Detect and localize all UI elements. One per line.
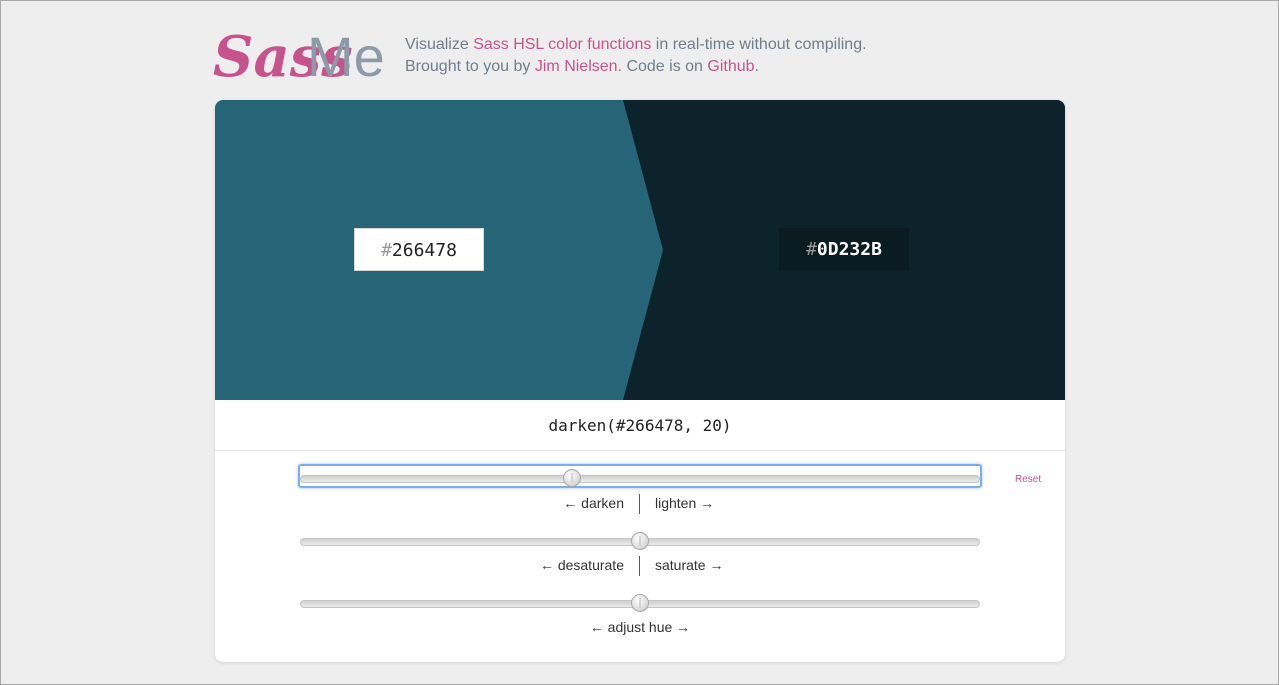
output-hex-field[interactable]: #0D232B (779, 228, 909, 271)
tagline: Visualize Sass HSL color functions in re… (405, 34, 867, 78)
color-card: #266478 #0D232B darken(#266478, 20) ← da… (215, 100, 1065, 662)
lighten-label: lighten → (655, 495, 715, 511)
logo-graphic: Sass Me (213, 24, 385, 90)
darken-label: ← darken (563, 495, 624, 511)
adjust-hue-label: ← adjust hue → (589, 619, 691, 635)
desaturate-label: ← desaturate (539, 557, 624, 573)
slider-thumb[interactable] (563, 469, 581, 487)
hue-slider[interactable] (300, 594, 980, 612)
saturation-slider[interactable] (300, 532, 980, 550)
tagline-text: . (754, 58, 759, 75)
hash-symbol: # (381, 240, 392, 261)
slider-thumb[interactable] (631, 594, 649, 612)
color-swatches: #266478 #0D232B (215, 100, 1065, 400)
saturate-label: saturate → (655, 557, 724, 573)
hash-symbol: # (806, 239, 817, 260)
sass-hsl-link[interactable]: Sass HSL color functions (473, 36, 651, 53)
function-output: darken(#266478, 20) (215, 400, 1065, 451)
tagline-line-2: Brought to you by Jim Nielsen. Code is o… (405, 56, 867, 78)
slider-thumb[interactable] (631, 532, 649, 550)
input-hex-value: 266478 (391, 240, 457, 261)
author-link[interactable]: Jim Nielsen (535, 58, 618, 75)
tagline-text: Brought to you by (405, 58, 535, 75)
slider-track[interactable] (300, 475, 980, 483)
sassme-logo[interactable]: Sass Me (213, 10, 388, 90)
output-hex-value: 0D232B (816, 239, 882, 260)
input-hex-field[interactable]: #266478 (354, 228, 484, 271)
lightness-slider[interactable] (298, 464, 982, 488)
label-divider (639, 556, 640, 576)
tagline-text: Visualize (405, 36, 474, 53)
github-link[interactable]: Github (707, 58, 754, 75)
label-divider (639, 494, 640, 514)
tagline-line-1: Visualize Sass HSL color functions in re… (405, 34, 867, 56)
tagline-text: in real-time without compiling. (651, 36, 867, 53)
logo-me-text: Me (307, 25, 385, 88)
tagline-text: . Code is on (617, 58, 708, 75)
reset-button[interactable]: Reset (1015, 474, 1041, 485)
